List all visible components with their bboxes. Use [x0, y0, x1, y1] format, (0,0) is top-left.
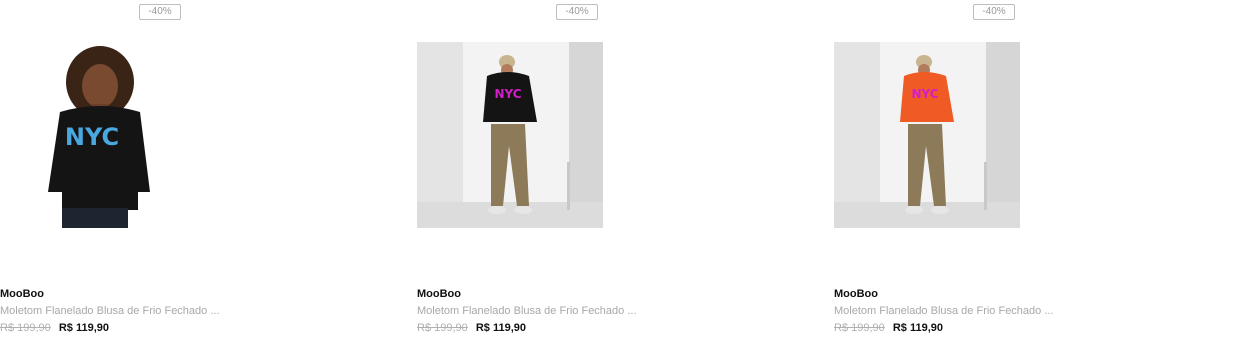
product-brand[interactable]: MooBoo: [0, 288, 44, 300]
product-image[interactable]: NYC: [417, 42, 603, 228]
svg-text:NYC: NYC: [911, 87, 938, 101]
product-title[interactable]: Moletom Flanelado Blusa de Frio Fechado …: [417, 305, 677, 317]
discount-badge: -40%: [973, 4, 1015, 20]
product-photo-man-orange-hoodie: NYC: [834, 42, 1020, 228]
price-row: R$ 199,90 R$ 119,90: [834, 322, 943, 334]
product-image[interactable]: NYC: [834, 42, 1020, 228]
current-price: R$ 119,90: [58, 322, 109, 334]
price-row: R$ 199,90 R$ 119,90: [417, 322, 526, 334]
old-price: R$ 199,90: [0, 322, 51, 334]
svg-text:NYC: NYC: [65, 123, 119, 151]
old-price: R$ 199,90: [834, 322, 885, 334]
product-brand[interactable]: MooBoo: [834, 288, 878, 300]
product-title[interactable]: Moletom Flanelado Blusa de Frio Fechado …: [834, 305, 1094, 317]
product-card[interactable]: -40% NYC MooBoo Moletom Flanelado Blusa …: [0, 0, 400, 348]
product-photo-man-black-hoodie: NYC: [417, 42, 603, 228]
product-card[interactable]: -40% NYC MooBoo Moletom Flanelado Blusa …: [417, 0, 817, 348]
product-image[interactable]: NYC: [0, 42, 186, 228]
current-price: R$ 119,90: [892, 322, 943, 334]
discount-badge: -40%: [139, 4, 181, 20]
product-photo-woman-hoodie: NYC: [0, 42, 186, 228]
discount-badge: -40%: [556, 4, 598, 20]
old-price: R$ 199,90: [417, 322, 468, 334]
current-price: R$ 119,90: [475, 322, 526, 334]
price-row: R$ 199,90 R$ 119,90: [0, 322, 109, 334]
svg-text:NYC: NYC: [494, 87, 521, 101]
product-title[interactable]: Moletom Flanelado Blusa de Frio Fechado …: [0, 305, 260, 317]
product-brand[interactable]: MooBoo: [417, 288, 461, 300]
product-card[interactable]: -40% NYC MooBoo Moletom Flanelado Blusa …: [834, 0, 1234, 348]
